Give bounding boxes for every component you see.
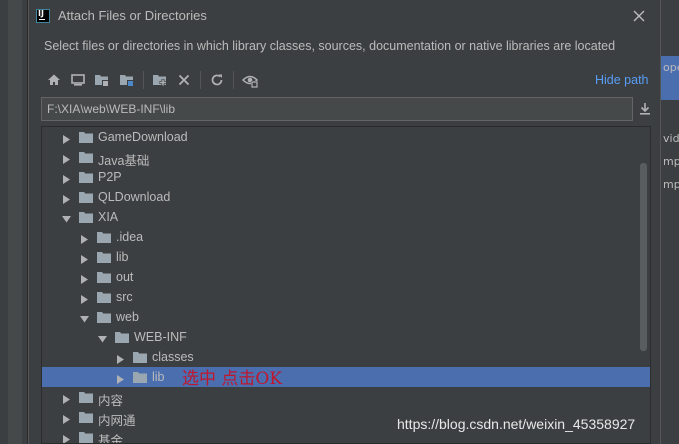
ide-left-gutter (8, 0, 22, 444)
toolbar-separator (200, 71, 201, 89)
folder-icon (79, 191, 93, 203)
tree-row[interactable]: P2P (42, 167, 650, 187)
chevron-right-icon[interactable] (62, 153, 71, 164)
folder-icon (79, 131, 93, 143)
new-folder-icon[interactable] (151, 71, 169, 89)
folder-icon (97, 291, 111, 303)
dialog-titlebar: IJ Attach Files or Directories (29, 0, 662, 32)
tree-scrollbar[interactable] (640, 163, 647, 351)
tree-item-label: 基金 (98, 434, 124, 444)
tree-item-label: WEB-INF (134, 330, 187, 344)
chevron-down-icon[interactable] (98, 333, 107, 343)
folder-icon (79, 151, 93, 163)
tree-row[interactable]: lib (42, 367, 650, 387)
hide-path-link[interactable]: Hide path (595, 73, 649, 87)
tree-item-label: web (116, 310, 139, 324)
folder-icon (133, 351, 147, 363)
folder-icon (97, 251, 111, 263)
tree-row[interactable]: classes (42, 347, 650, 367)
tree-row[interactable]: lib (42, 247, 650, 267)
tree-item-label: P2P (98, 170, 122, 184)
tree-row[interactable]: out (42, 267, 650, 287)
download-icon[interactable] (636, 100, 654, 118)
chevron-right-icon[interactable] (80, 293, 89, 304)
desktop-icon[interactable] (69, 71, 87, 89)
delete-icon[interactable] (175, 71, 193, 89)
folder-icon (79, 431, 93, 443)
dialog-title: Attach Files or Directories (58, 8, 207, 23)
tree-row[interactable]: src (42, 287, 650, 307)
tree-item-label: lib (152, 370, 165, 384)
folder-icon (79, 411, 93, 423)
toolbar-separator (233, 71, 234, 89)
tree-item-label: src (116, 290, 133, 304)
tree-row[interactable]: QLDownload (42, 187, 650, 207)
chevron-right-icon[interactable] (80, 273, 89, 284)
file-tree[interactable]: GameDownload Java基础 P2P QLDownload XIA .idea l… (41, 126, 651, 444)
folder-icon (79, 391, 93, 403)
attach-files-dialog: IJ Attach Files or Directories Select fi… (28, 0, 661, 444)
dialog-description: Select files or directories in which lib… (44, 39, 616, 53)
chevron-right-icon[interactable] (62, 413, 71, 424)
chevron-right-icon[interactable] (62, 173, 71, 184)
chevron-right-icon[interactable] (80, 253, 89, 264)
path-input[interactable] (41, 97, 633, 121)
tree-item-label: .idea (116, 230, 144, 244)
chevron-down-icon[interactable] (62, 213, 71, 223)
toolbar-separator (143, 71, 144, 89)
tree-row[interactable]: GameDownload (42, 127, 650, 147)
project-folder-icon[interactable] (93, 71, 111, 89)
chevron-down-icon[interactable] (80, 313, 89, 323)
tree-row[interactable]: Java基础 (42, 147, 650, 168)
tree-item-label: GameDownload (98, 130, 188, 144)
intellij-app-icon: IJ (36, 9, 50, 23)
tree-row[interactable]: .idea (42, 227, 650, 247)
folder-icon (97, 311, 111, 323)
chevron-right-icon[interactable] (116, 373, 125, 384)
folder-icon (133, 371, 147, 383)
close-icon[interactable] (631, 8, 647, 24)
chevron-right-icon[interactable] (62, 393, 71, 404)
watermark: https://blog.csdn.net/weixin_45358927 (397, 416, 636, 432)
folder-icon (97, 231, 111, 243)
chevron-right-icon[interactable] (62, 133, 71, 144)
ide-right-text: mp (663, 178, 679, 191)
chevron-right-icon[interactable] (62, 193, 71, 204)
chevron-right-icon[interactable] (116, 353, 125, 364)
ide-right-panel: ope vid mp mp (661, 0, 679, 444)
tree-row[interactable]: WEB-INF (42, 327, 650, 347)
folder-icon (115, 331, 129, 343)
tree-row[interactable]: XIA (42, 207, 650, 227)
ide-left-panel (0, 0, 28, 444)
module-folder-icon[interactable] (118, 71, 136, 89)
tree-item-label: QLDownload (98, 190, 171, 204)
ide-right-text: vid (663, 132, 679, 145)
folder-icon (97, 271, 111, 283)
tree-item-label: lib (116, 250, 129, 264)
chevron-right-icon[interactable] (80, 233, 89, 244)
show-hidden-icon[interactable] (241, 71, 259, 89)
tree-row[interactable]: web (42, 307, 650, 327)
file-chooser-toolbar: Hide path (41, 67, 653, 93)
tree-item-label: XIA (98, 210, 119, 224)
folder-icon (79, 171, 93, 183)
tree-row[interactable]: 内容 (42, 387, 650, 408)
refresh-icon[interactable] (208, 71, 226, 89)
ide-right-text: ope (663, 61, 679, 74)
ide-right-text: mp (663, 155, 679, 168)
home-icon[interactable] (45, 71, 63, 89)
tree-item-label: classes (152, 350, 194, 364)
chevron-right-icon[interactable] (62, 433, 71, 443)
tree-item-label: out (116, 270, 134, 284)
annotation-text: 选中 点击OK (182, 369, 283, 389)
folder-icon (79, 211, 93, 223)
